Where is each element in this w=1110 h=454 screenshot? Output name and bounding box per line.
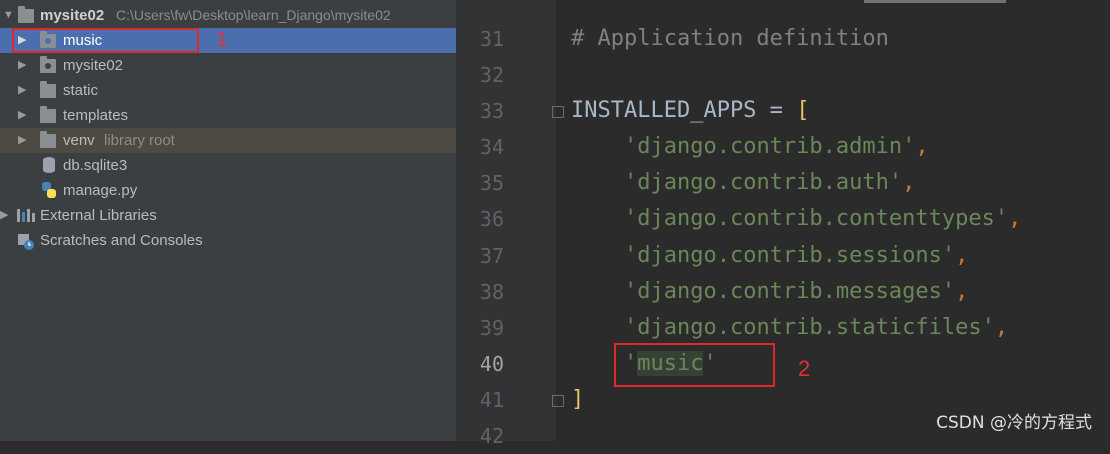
line-number: 39 — [479, 316, 504, 340]
tree-item-mysite02[interactable]: ▶ mysite02 — [0, 53, 456, 78]
package-folder-icon — [40, 56, 56, 73]
code-operator: = — [756, 98, 797, 123]
folder-icon — [40, 106, 56, 123]
annotation-box-1 — [12, 28, 199, 53]
project-tree-panel: ▼ mysite02 C:\Users\fw\Desktop\learn_Dja… — [0, 0, 456, 441]
chevron-right-icon[interactable]: ▶ — [18, 53, 26, 78]
chevron-right-icon[interactable]: ▶ — [0, 203, 8, 228]
line-number: 32 — [479, 63, 504, 87]
code-line: # Application definition — [571, 21, 889, 57]
code-string: 'django.contrib.auth' — [623, 170, 903, 195]
tree-item-manage-py[interactable]: manage.py — [0, 178, 456, 203]
line-number: 40 — [479, 352, 504, 376]
code-line: 'django.contrib.auth', — [571, 165, 915, 201]
tree-item-venv[interactable]: ▶ venv library root — [0, 128, 456, 153]
line-number: 34 — [479, 135, 504, 159]
libraries-icon — [17, 208, 35, 222]
code-comma: , — [955, 243, 969, 268]
tree-item-external-libraries[interactable]: ▶ External Libraries — [0, 203, 456, 228]
tree-item-scratches[interactable]: Scratches and Consoles — [0, 228, 456, 253]
code-comment: # Application definition — [571, 26, 889, 51]
code-comma: , — [1008, 206, 1022, 231]
code-line: 'django.contrib.sessions', — [571, 238, 968, 274]
tree-item-label: templates — [63, 107, 129, 124]
code-variable: INSTALLED_APPS — [571, 98, 757, 123]
code-comma: , — [915, 134, 929, 159]
scratches-icon — [17, 233, 34, 250]
tree-item-label: static — [63, 82, 99, 99]
folder-icon — [18, 6, 34, 23]
tree-root-row[interactable]: ▼ mysite02 C:\Users\fw\Desktop\learn_Dja… — [0, 3, 456, 28]
library-root-label: library root — [104, 132, 175, 149]
code-line: INSTALLED_APPS = [ — [571, 93, 809, 129]
annotation-number-2: 2 — [798, 356, 811, 381]
annotation-box-2 — [614, 343, 775, 387]
tree-item-label: mysite02 — [63, 57, 124, 74]
tree-item-label: manage.py — [63, 182, 138, 199]
code-comma: , — [955, 279, 969, 304]
code-line: 'django.contrib.contenttypes', — [571, 201, 1021, 237]
code-comma: , — [902, 170, 916, 195]
fold-marker-icon[interactable] — [552, 106, 564, 118]
editor-scroll-indicator[interactable] — [864, 0, 1006, 3]
line-number: 31 — [479, 27, 504, 51]
line-number: 37 — [479, 244, 504, 268]
watermark: CSDN @冷的方程式 — [936, 413, 1092, 433]
python-file-icon — [42, 182, 56, 198]
code-string: 'django.contrib.admin' — [623, 134, 916, 159]
folder-icon — [40, 131, 56, 148]
database-file-icon — [43, 157, 55, 173]
tree-item-templates[interactable]: ▶ templates — [0, 103, 456, 128]
fold-marker-icon[interactable] — [552, 395, 564, 407]
annotation-number-1: 1 — [216, 29, 228, 51]
line-number: 35 — [479, 171, 504, 195]
line-number: 33 — [479, 99, 504, 123]
chevron-right-icon[interactable]: ▶ — [18, 128, 26, 153]
tree-item-label: External Libraries — [40, 207, 157, 224]
tree-item-db-sqlite3[interactable]: db.sqlite3 — [0, 153, 456, 178]
tree-item-label: venv — [63, 132, 95, 149]
project-name: mysite02 — [40, 7, 105, 24]
chevron-down-icon[interactable]: ▼ — [3, 3, 14, 28]
chevron-right-icon[interactable]: ▶ — [18, 78, 26, 103]
line-number: 41 — [479, 388, 504, 412]
project-path: C:\Users\fw\Desktop\learn_Django\mysite0… — [116, 7, 391, 23]
code-bracket: [ — [796, 98, 810, 123]
code-comma: , — [994, 315, 1009, 340]
code-line: 'django.contrib.messages', — [571, 274, 968, 310]
line-number: 42 — [479, 424, 504, 448]
code-bracket: ] — [571, 387, 585, 412]
line-number: 36 — [479, 207, 504, 231]
line-number: 38 — [479, 280, 504, 304]
tree-item-label: db.sqlite3 — [63, 157, 128, 174]
chevron-right-icon[interactable]: ▶ — [18, 103, 26, 128]
tree-item-static[interactable]: ▶ static — [0, 78, 456, 103]
code-string: 'django.contrib.sessions' — [623, 243, 956, 268]
code-line: ] — [571, 382, 584, 418]
tree-item-label: Scratches and Consoles — [40, 232, 203, 249]
code-string: 'django.contrib.contenttypes' — [623, 206, 1009, 231]
code-string: 'django.contrib.staticfiles' — [623, 315, 995, 340]
folder-icon — [40, 81, 56, 98]
code-string: 'django.contrib.messages' — [623, 279, 956, 304]
code-line: 'django.contrib.admin', — [571, 129, 929, 165]
code-line: 'django.contrib.staticfiles', — [571, 310, 1008, 346]
